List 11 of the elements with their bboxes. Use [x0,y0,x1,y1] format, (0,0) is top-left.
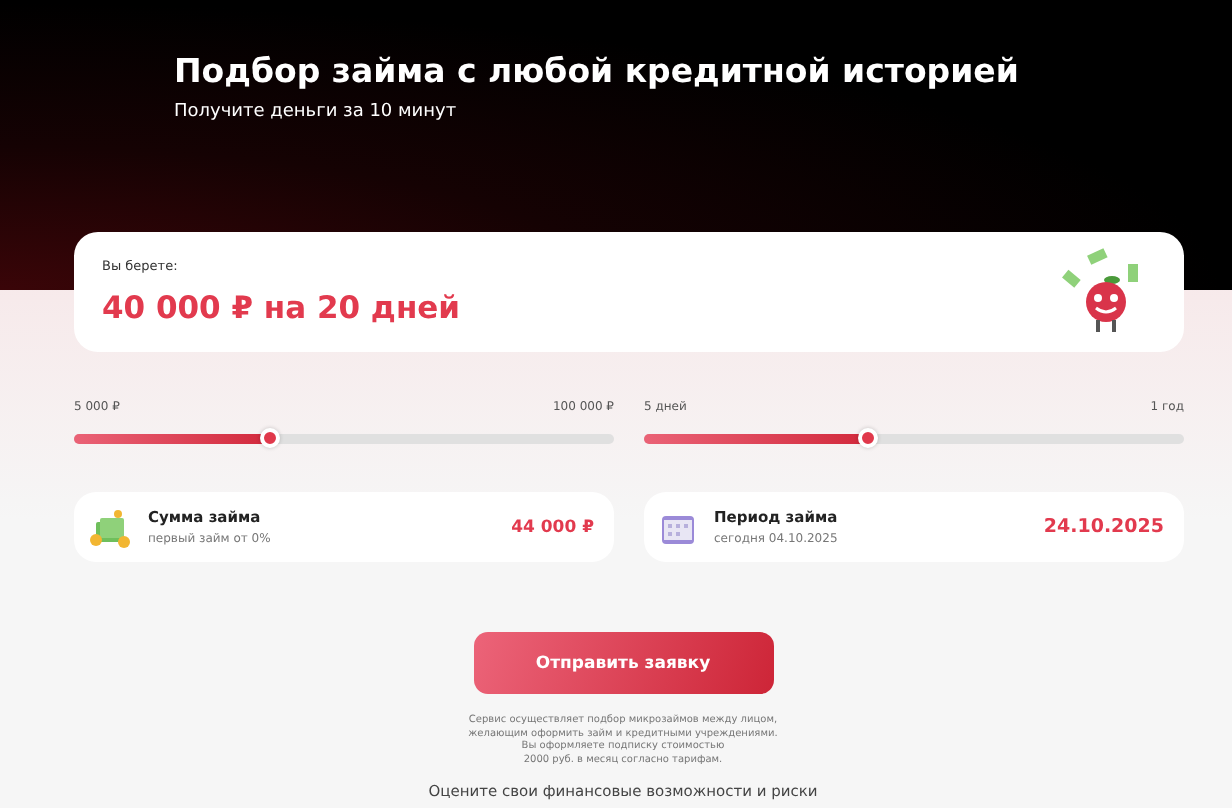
submit-button[interactable]: Отправить заявку [473,632,773,694]
info-value: 44 000 ₽ [511,517,594,537]
slider-thumb[interactable] [858,428,879,448]
slider-thumb[interactable] [260,428,280,448]
money-stack-icon [88,505,132,549]
page-subtitle: Получите деньги за 10 минут [174,102,459,122]
slider-track[interactable] [74,434,614,444]
info-value: 24.10.2025 [1043,516,1164,538]
page-title: Подбор займа с любой кредитной историей [174,52,1021,90]
summary-amount: 40 000 ₽ на 20 дней [102,290,461,326]
slider-track[interactable] [644,434,1184,444]
